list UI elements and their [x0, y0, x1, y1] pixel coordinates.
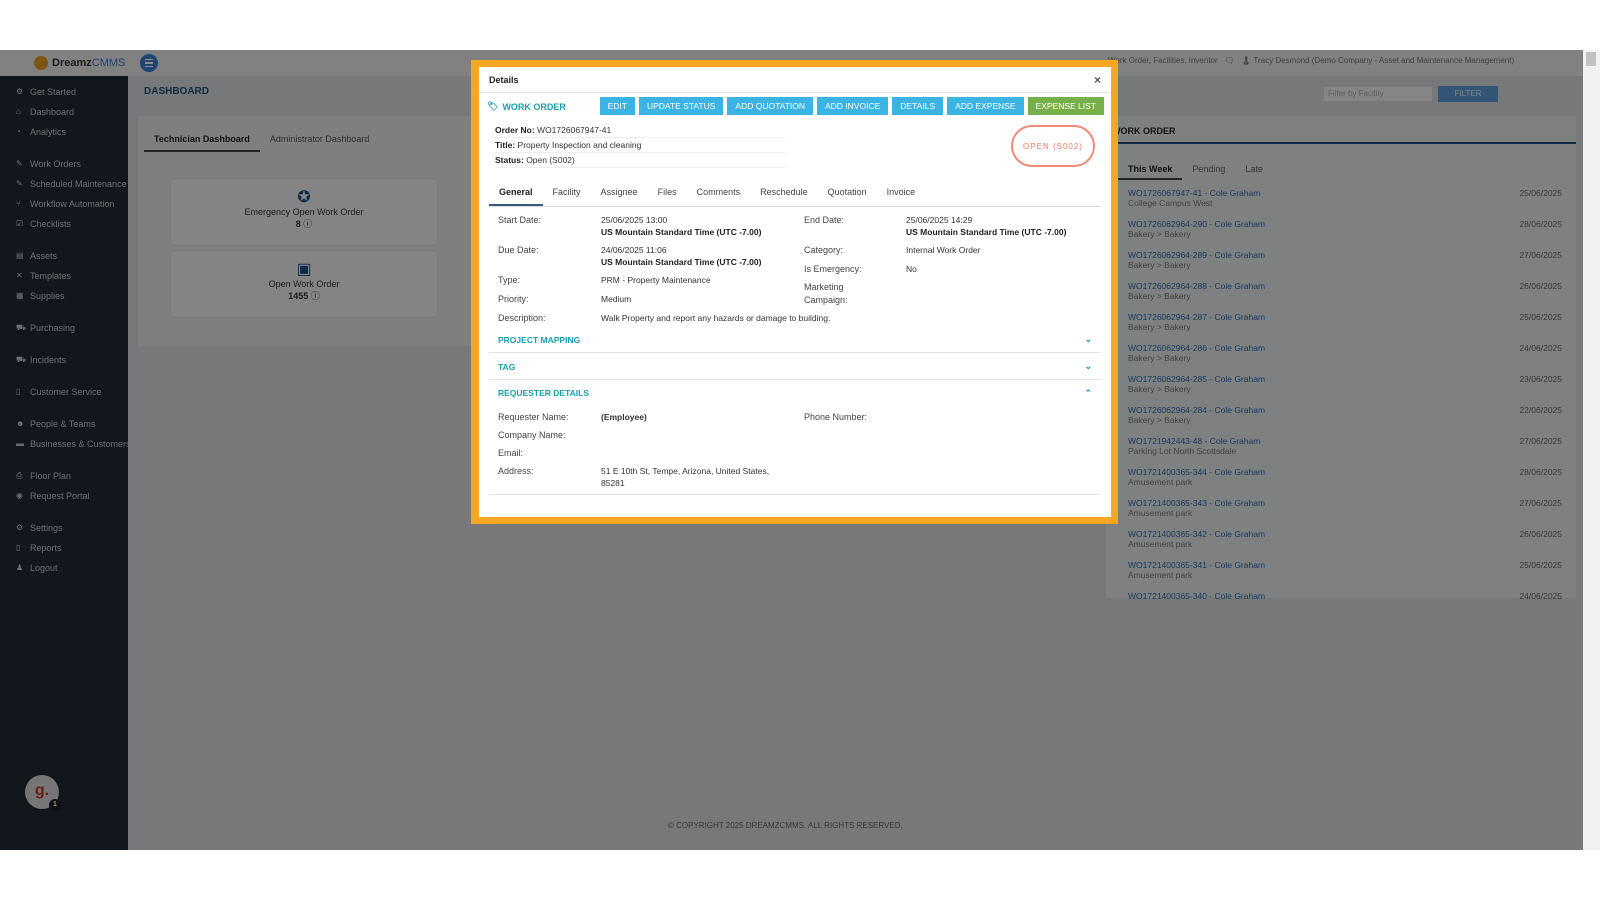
tab-invoice[interactable]: Invoice — [877, 181, 926, 206]
tab-general[interactable]: General — [489, 181, 543, 206]
status-stamp: OPEN (S002) — [1011, 125, 1095, 167]
requester-details-section[interactable]: REQUESTER DETAILS ⌃ — [489, 380, 1101, 406]
add-quotation-button[interactable]: ADD QUOTATION — [727, 97, 813, 115]
chevron-down-icon[interactable]: ⌄ — [1084, 361, 1092, 372]
order-no-label: Order No: — [495, 125, 535, 135]
category-label: Category: — [804, 245, 844, 255]
page-scrollbar[interactable] — [1583, 50, 1600, 850]
status-value: Open (S002) — [526, 155, 575, 165]
address-label: Address: — [498, 466, 534, 476]
order-no-value: WO1726067947-41 — [537, 125, 612, 135]
project-mapping-section[interactable]: PROJECT MAPPING ⌄ — [489, 327, 1101, 353]
app-frame: Dreamz CMMS ⚙ Get Started ⌂ Dashboard ◔ Anal… — [0, 50, 1600, 850]
chevron-up-icon[interactable]: ⌃ — [1084, 388, 1092, 399]
close-icon[interactable]: × — [1094, 73, 1101, 87]
start-date-timezone: US Mountain Standard Time (UTC -7.00) — [601, 227, 762, 237]
type-value: PRM - Property Maintenance — [601, 275, 711, 285]
modal-title: Details — [489, 74, 519, 85]
work-order-heading-label: WORK ORDER — [502, 101, 566, 112]
scrollbar-thumb[interactable] — [1586, 52, 1596, 66]
tab-facility[interactable]: Facility — [543, 181, 591, 206]
title-value: Property Inspection and cleaning — [517, 140, 642, 150]
due-date-timezone: US Mountain Standard Time (UTC -7.00) — [601, 257, 762, 267]
action-buttons: EDIT UPDATE STATUS ADD QUOTATION ADD INV… — [599, 97, 1104, 115]
work-order-summary: Order No: WO1726067947-41 Title: Propert… — [495, 123, 785, 168]
requester-name-label: Requester Name: — [498, 412, 569, 422]
title-label: Title: — [495, 140, 516, 150]
tab-files[interactable]: Files — [648, 181, 687, 206]
details-button[interactable]: DETAILS — [892, 97, 944, 115]
tag-icon: 🏷 — [487, 101, 499, 111]
section-title: PROJECT MAPPING — [498, 334, 581, 345]
add-invoice-button[interactable]: ADD INVOICE — [817, 97, 889, 115]
priority-label: Priority: — [498, 294, 529, 304]
expense-list-button[interactable]: EXPENSE LIST — [1027, 97, 1104, 115]
marketing-campaign-label: Marketing — [804, 282, 844, 292]
start-date-label: Start Date: — [498, 215, 542, 225]
requester-name-value: (Employee) — [601, 412, 647, 422]
tab-assignee[interactable]: Assignee — [591, 181, 648, 206]
description-value: Walk Property and report any hazards or … — [601, 313, 831, 323]
email-label: Email: — [498, 448, 524, 458]
details-modal: Details × 🏷 WORK ORDER EDIT UPDATE STATU… — [479, 67, 1111, 517]
company-name-label: Company Name: — [498, 430, 566, 440]
update-status-button[interactable]: UPDATE STATUS — [638, 97, 724, 115]
work-order-heading: 🏷 WORK ORDER — [487, 101, 566, 112]
end-date-timezone: US Mountain Standard Time (UTC -7.00) — [906, 227, 1067, 237]
chevron-down-icon[interactable]: ⌄ — [1084, 334, 1092, 345]
add-expense-button[interactable]: ADD EXPENSE — [947, 97, 1024, 115]
divider — [489, 494, 1101, 495]
details-tabs: General Facility Assignee Files Comments… — [489, 181, 1101, 207]
edit-button[interactable]: EDIT — [599, 97, 635, 115]
due-date-label: Due Date: — [498, 245, 539, 255]
category-value: Internal Work Order — [906, 245, 981, 255]
priority-value: Medium — [601, 294, 632, 304]
type-label: Type: — [498, 275, 521, 285]
status-label: Status: — [495, 155, 524, 165]
end-date-label: End Date: — [804, 215, 845, 225]
due-date-value: 24/06/2025 11:06 — [601, 245, 667, 255]
phone-number-label: Phone Number: — [804, 412, 868, 422]
tab-reschedule[interactable]: Reschedule — [750, 181, 818, 206]
end-date-value: 25/06/2025 14:29 — [906, 215, 973, 225]
address-line-1: 51 E 10th St, Tempe, Arizona, United Sta… — [601, 466, 770, 476]
is-emergency-label: Is Emergency: — [804, 264, 862, 274]
modal-header: Details × — [479, 67, 1111, 93]
address-line-2: 85281 — [601, 478, 625, 488]
app-window: Dreamz CMMS ⚙ Get Started ⌂ Dashboard ◔ Anal… — [0, 50, 1583, 850]
is-emergency-value: No — [906, 264, 917, 274]
section-title: REQUESTER DETAILS — [498, 388, 589, 398]
section-title: TAG — [498, 361, 516, 372]
tab-comments[interactable]: Comments — [687, 181, 751, 206]
start-date-value: 25/06/2025 13:00 — [601, 215, 668, 225]
tag-section[interactable]: TAG ⌄ — [489, 354, 1101, 380]
tab-quotation[interactable]: Quotation — [818, 181, 877, 206]
description-label: Description: — [498, 313, 546, 323]
marketing-campaign-label-2: Campaign: — [804, 295, 848, 305]
